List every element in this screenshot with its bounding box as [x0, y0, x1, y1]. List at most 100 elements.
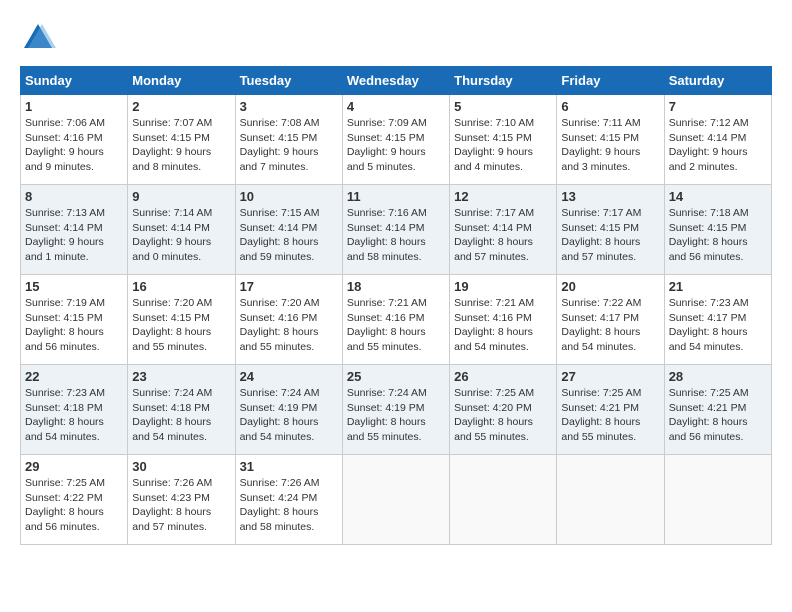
calendar-week-row: 29 Sunrise: 7:25 AM Sunset: 4:22 PM Dayli…: [21, 455, 772, 545]
day-number: 13: [561, 189, 659, 204]
page-header: [20, 20, 772, 56]
calendar-day-header: Thursday: [450, 67, 557, 95]
calendar-day-header: Wednesday: [342, 67, 449, 95]
day-number: 15: [25, 279, 123, 294]
calendar-cell: 13 Sunrise: 7:17 AM Sunset: 4:15 PM Dayli…: [557, 185, 664, 275]
calendar-day-header: Saturday: [664, 67, 771, 95]
day-info: Sunrise: 7:16 AM Sunset: 4:14 PM Dayligh…: [347, 206, 445, 265]
day-number: 12: [454, 189, 552, 204]
calendar-cell: 24Sunrise: 7:24 AM Sunset: 4:19 PM Dayli…: [235, 365, 342, 455]
day-info: Sunrise: 7:18 AM Sunset: 4:15 PM Dayligh…: [669, 206, 767, 265]
calendar-week-row: 15 Sunrise: 7:19 AM Sunset: 4:15 PM Dayli…: [21, 275, 772, 365]
calendar-cell: 6 Sunrise: 7:11 AM Sunset: 4:15 PM Daylig…: [557, 95, 664, 185]
calendar-cell: 26Sunrise: 7:25 AM Sunset: 4:20 PM Dayli…: [450, 365, 557, 455]
day-info: Sunrise: 7:26 AM Sunset: 4:24 PM Dayligh…: [240, 476, 338, 535]
day-info: Sunrise: 7:19 AM Sunset: 4:15 PM Dayligh…: [25, 296, 123, 355]
day-number: 17: [240, 279, 338, 294]
day-number: 14: [669, 189, 767, 204]
day-number: 20: [561, 279, 659, 294]
calendar-cell: 23Sunrise: 7:24 AM Sunset: 4:18 PM Dayli…: [128, 365, 235, 455]
day-number: 10: [240, 189, 338, 204]
calendar-header-row: SundayMondayTuesdayWednesdayThursdayFrid…: [21, 67, 772, 95]
day-number: 16: [132, 279, 230, 294]
day-info: Sunrise: 7:09 AM Sunset: 4:15 PM Dayligh…: [347, 116, 445, 175]
calendar-cell: 17 Sunrise: 7:20 AM Sunset: 4:16 PM Dayli…: [235, 275, 342, 365]
calendar-cell: [557, 455, 664, 545]
day-info: Sunrise: 7:14 AM Sunset: 4:14 PM Dayligh…: [132, 206, 230, 265]
calendar-week-row: 8 Sunrise: 7:13 AM Sunset: 4:14 PM Daylig…: [21, 185, 772, 275]
day-info: Sunrise: 7:07 AM Sunset: 4:15 PM Dayligh…: [132, 116, 230, 175]
calendar-cell: 29 Sunrise: 7:25 AM Sunset: 4:22 PM Dayli…: [21, 455, 128, 545]
calendar-cell: [342, 455, 449, 545]
calendar-cell: 20Sunrise: 7:22 AM Sunset: 4:17 PM Dayli…: [557, 275, 664, 365]
day-info: Sunrise: 7:17 AM Sunset: 4:15 PM Dayligh…: [561, 206, 659, 265]
calendar-cell: 21 Sunrise: 7:23 AM Sunset: 4:17 PM Dayli…: [664, 275, 771, 365]
day-number: 7: [669, 99, 767, 114]
calendar-cell: 7 Sunrise: 7:12 AM Sunset: 4:14 PM Daylig…: [664, 95, 771, 185]
day-info: Sunrise: 7:25 AM Sunset: 4:21 PM Dayligh…: [669, 386, 767, 445]
day-info: Sunrise: 7:15 AM Sunset: 4:14 PM Dayligh…: [240, 206, 338, 265]
day-info: Sunrise: 7:25 AM Sunset: 4:21 PM Dayligh…: [561, 386, 659, 445]
day-number: 21: [669, 279, 767, 294]
day-number: 28: [669, 369, 767, 384]
logo: [20, 20, 60, 56]
day-number: 31: [240, 459, 338, 474]
calendar-cell: 11 Sunrise: 7:16 AM Sunset: 4:14 PM Dayli…: [342, 185, 449, 275]
calendar-cell: 4Sunrise: 7:09 AM Sunset: 4:15 PM Daylig…: [342, 95, 449, 185]
calendar-cell: 15 Sunrise: 7:19 AM Sunset: 4:15 PM Dayli…: [21, 275, 128, 365]
calendar-cell: 14 Sunrise: 7:18 AM Sunset: 4:15 PM Dayli…: [664, 185, 771, 275]
calendar-week-row: 1 Sunrise: 7:06 AM Sunset: 4:16 PM Daylig…: [21, 95, 772, 185]
calendar-cell: 25 Sunrise: 7:24 AM Sunset: 4:19 PM Dayli…: [342, 365, 449, 455]
day-info: Sunrise: 7:20 AM Sunset: 4:16 PM Dayligh…: [240, 296, 338, 355]
day-info: Sunrise: 7:24 AM Sunset: 4:18 PM Dayligh…: [132, 386, 230, 445]
calendar-day-header: Tuesday: [235, 67, 342, 95]
day-number: 30: [132, 459, 230, 474]
day-info: Sunrise: 7:20 AM Sunset: 4:15 PM Dayligh…: [132, 296, 230, 355]
calendar-cell: 1 Sunrise: 7:06 AM Sunset: 4:16 PM Daylig…: [21, 95, 128, 185]
day-number: 27: [561, 369, 659, 384]
day-number: 1: [25, 99, 123, 114]
calendar-cell: 18 Sunrise: 7:21 AM Sunset: 4:16 PM Dayli…: [342, 275, 449, 365]
day-info: Sunrise: 7:06 AM Sunset: 4:16 PM Dayligh…: [25, 116, 123, 175]
day-number: 25: [347, 369, 445, 384]
day-info: Sunrise: 7:08 AM Sunset: 4:15 PM Dayligh…: [240, 116, 338, 175]
day-number: 8: [25, 189, 123, 204]
day-number: 3: [240, 99, 338, 114]
day-number: 11: [347, 189, 445, 204]
day-info: Sunrise: 7:11 AM Sunset: 4:15 PM Dayligh…: [561, 116, 659, 175]
calendar-cell: 27 Sunrise: 7:25 AM Sunset: 4:21 PM Dayli…: [557, 365, 664, 455]
day-info: Sunrise: 7:10 AM Sunset: 4:15 PM Dayligh…: [454, 116, 552, 175]
calendar-day-header: Sunday: [21, 67, 128, 95]
day-number: 18: [347, 279, 445, 294]
day-info: Sunrise: 7:25 AM Sunset: 4:22 PM Dayligh…: [25, 476, 123, 535]
calendar-cell: [450, 455, 557, 545]
day-number: 22: [25, 369, 123, 384]
day-info: Sunrise: 7:24 AM Sunset: 4:19 PM Dayligh…: [347, 386, 445, 445]
calendar-cell: 2 Sunrise: 7:07 AM Sunset: 4:15 PM Daylig…: [128, 95, 235, 185]
day-info: Sunrise: 7:17 AM Sunset: 4:14 PM Dayligh…: [454, 206, 552, 265]
day-number: 6: [561, 99, 659, 114]
day-number: 5: [454, 99, 552, 114]
day-number: 9: [132, 189, 230, 204]
calendar-cell: 31 Sunrise: 7:26 AM Sunset: 4:24 PM Dayli…: [235, 455, 342, 545]
logo-icon: [20, 20, 56, 56]
calendar-table: SundayMondayTuesdayWednesdayThursdayFrid…: [20, 66, 772, 545]
day-info: Sunrise: 7:21 AM Sunset: 4:16 PM Dayligh…: [454, 296, 552, 355]
calendar-cell: [664, 455, 771, 545]
day-number: 2: [132, 99, 230, 114]
calendar-cell: 28 Sunrise: 7:25 AM Sunset: 4:21 PM Dayli…: [664, 365, 771, 455]
day-number: 29: [25, 459, 123, 474]
calendar-cell: 30Sunrise: 7:26 AM Sunset: 4:23 PM Dayli…: [128, 455, 235, 545]
calendar-cell: 12 Sunrise: 7:17 AM Sunset: 4:14 PM Dayli…: [450, 185, 557, 275]
day-info: Sunrise: 7:13 AM Sunset: 4:14 PM Dayligh…: [25, 206, 123, 265]
calendar-cell: 8 Sunrise: 7:13 AM Sunset: 4:14 PM Daylig…: [21, 185, 128, 275]
calendar-cell: 10 Sunrise: 7:15 AM Sunset: 4:14 PM Dayli…: [235, 185, 342, 275]
day-info: Sunrise: 7:23 AM Sunset: 4:17 PM Dayligh…: [669, 296, 767, 355]
day-info: Sunrise: 7:23 AM Sunset: 4:18 PM Dayligh…: [25, 386, 123, 445]
calendar-cell: 22 Sunrise: 7:23 AM Sunset: 4:18 PM Dayli…: [21, 365, 128, 455]
day-info: Sunrise: 7:12 AM Sunset: 4:14 PM Dayligh…: [669, 116, 767, 175]
day-number: 26: [454, 369, 552, 384]
day-number: 24: [240, 369, 338, 384]
calendar-week-row: 22 Sunrise: 7:23 AM Sunset: 4:18 PM Dayli…: [21, 365, 772, 455]
day-info: Sunrise: 7:21 AM Sunset: 4:16 PM Dayligh…: [347, 296, 445, 355]
